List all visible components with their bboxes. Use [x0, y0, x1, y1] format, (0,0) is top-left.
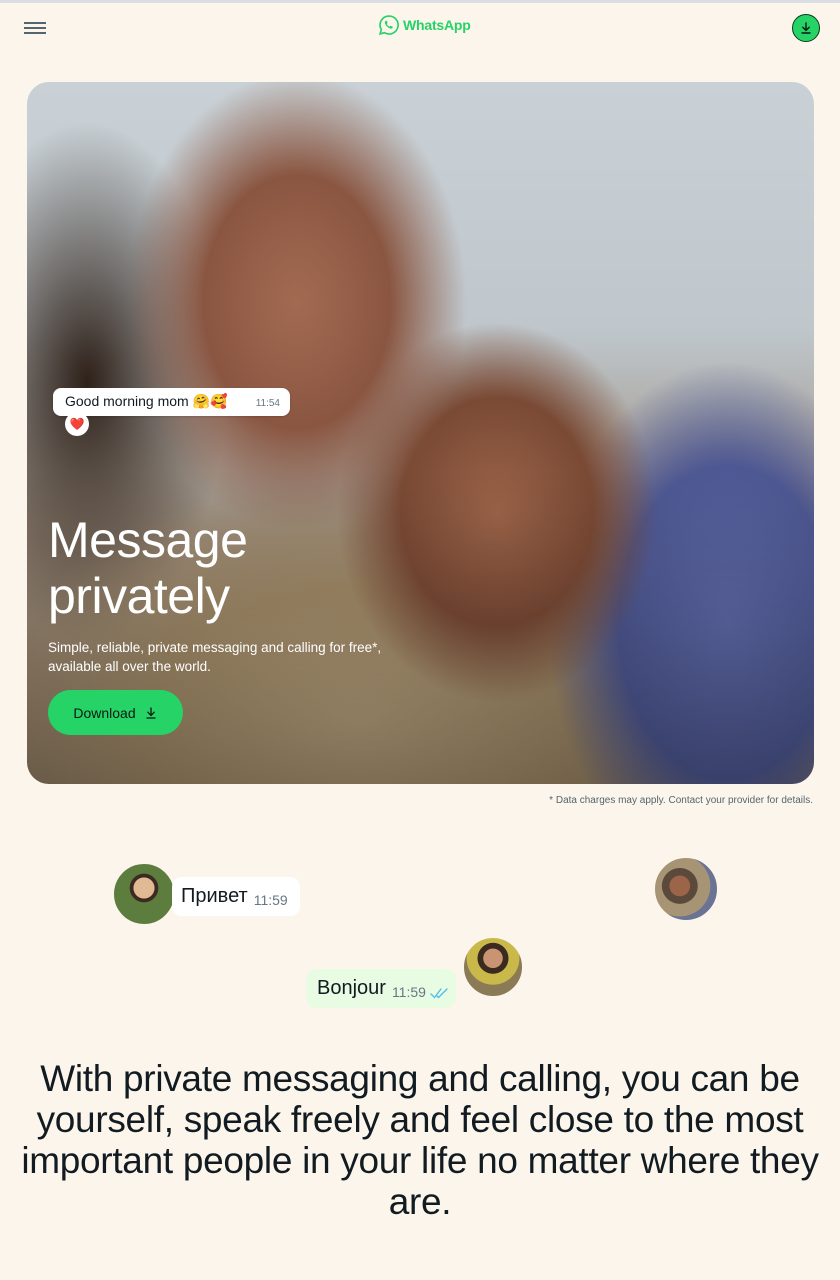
- hero-banner: Good morning mom 🤗🥰 11:54 ❤️ Message pri…: [27, 82, 814, 784]
- chat-time-russian: 11:59: [253, 891, 288, 908]
- whatsapp-logo[interactable]: WhatsApp: [378, 14, 471, 36]
- hero-title-line-1: Message: [48, 512, 248, 568]
- chat-bubble-french: Bonjour 11:59: [306, 969, 456, 1008]
- tagline: With private messaging and calling, you …: [21, 1058, 819, 1222]
- hero-subtitle: Simple, reliable, private messaging and …: [48, 640, 382, 674]
- avatar-couple: [653, 856, 719, 922]
- chat-bubble-russian: Привет 11:59: [172, 877, 300, 916]
- download-arrow-icon: [801, 22, 811, 34]
- heart-reaction-icon: ❤️: [65, 412, 89, 436]
- download-button-label: Download: [73, 704, 136, 721]
- download-button[interactable]: Download: [48, 690, 183, 735]
- brand-name: WhatsApp: [403, 17, 471, 33]
- hamburger-menu-icon[interactable]: [24, 20, 48, 36]
- hero-title: Message privately: [48, 512, 428, 624]
- chat-text-russian: Привет: [181, 885, 248, 907]
- chat-text-french: Bonjour: [317, 977, 386, 999]
- site-header: WhatsApp: [0, 3, 840, 53]
- read-receipt-ticks-icon: [430, 988, 448, 999]
- reaction-emoji: ❤️: [69, 417, 85, 431]
- download-arrow-icon: [145, 706, 156, 719]
- hero-chat-bubble: Good morning mom 🤗🥰 11:54: [53, 388, 290, 416]
- hero-chat-time: 11:54: [255, 398, 280, 409]
- avatar-woman: [462, 936, 524, 998]
- data-charges-disclaimer: * Data charges may apply. Contact your p…: [549, 795, 813, 806]
- header-download-button[interactable]: [792, 14, 820, 42]
- whatsapp-logo-icon: [378, 15, 399, 36]
- chat-time-french: 11:59: [391, 983, 426, 1000]
- avatar-man: [112, 862, 176, 926]
- hero-title-line-2: privately: [48, 568, 230, 624]
- hero-chat-message: Good morning mom 🤗🥰: [65, 393, 228, 409]
